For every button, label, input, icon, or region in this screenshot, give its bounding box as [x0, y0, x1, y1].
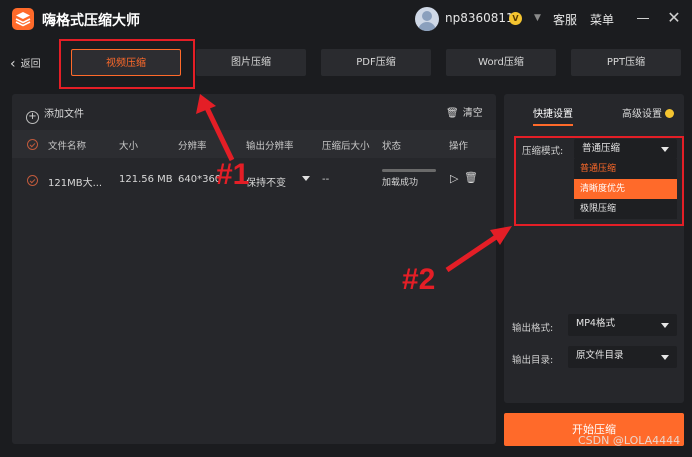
annotation-label-1: #1	[216, 158, 250, 191]
annotation-arrows	[196, 94, 512, 273]
annotation-label-2: #2	[402, 263, 436, 296]
annotation-arrow-2	[445, 234, 498, 273]
annotation-arrowhead-2	[490, 226, 512, 245]
annotation-arrow-1	[204, 106, 235, 162]
